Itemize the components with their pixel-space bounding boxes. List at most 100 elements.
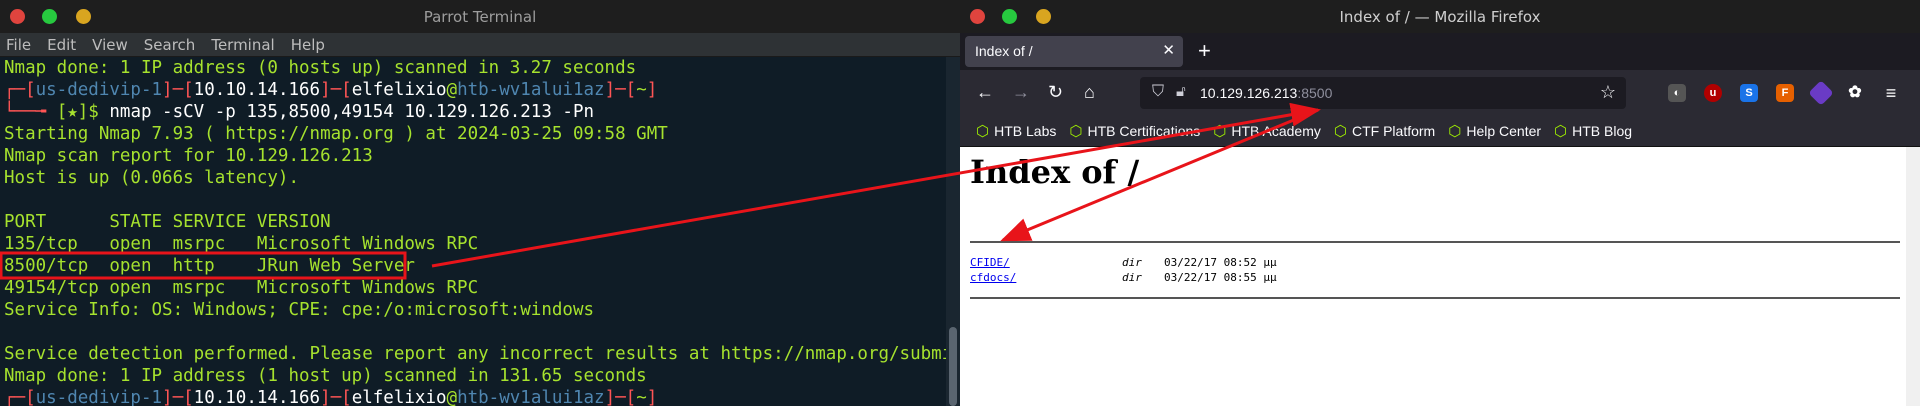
menu-file[interactable]: File bbox=[6, 36, 31, 54]
dir-link-cfide[interactable]: CFIDE/ bbox=[970, 256, 1122, 269]
terminal-text: PORT STATE SERVICE VERSION bbox=[4, 212, 331, 232]
terminal-window: Parrot Terminal File Edit View Search Te… bbox=[0, 0, 960, 406]
menu-terminal[interactable]: Terminal bbox=[211, 36, 274, 54]
terminal-text: ┌─[ bbox=[4, 80, 36, 100]
entry-date: 03/22/17 08:52 μμ bbox=[1164, 256, 1277, 269]
terminal-line: └──╼ [★]$ nmap -sCV -p 135,8500,49154 10… bbox=[4, 101, 950, 123]
terminal-output[interactable]: Nmap done: 1 IP address (0 hosts up) sca… bbox=[0, 57, 950, 406]
terminal-text: 49154/tcp open msrpc Microsoft Windows R… bbox=[4, 278, 479, 298]
bookmark-label: Help Center bbox=[1466, 123, 1542, 139]
bookmark-label: HTB Academy bbox=[1231, 123, 1321, 139]
bookmark-htb-certifications[interactable]: ⬡ HTB Certifications bbox=[1069, 122, 1200, 140]
new-tab-icon[interactable]: + bbox=[1198, 38, 1211, 64]
firefox-title: Index of / — Mozilla Firefox bbox=[1339, 8, 1541, 26]
terminal-menubar: File Edit View Search Terminal Help bbox=[0, 33, 960, 57]
entry-type: dir bbox=[1122, 271, 1142, 284]
bookmark-star-icon[interactable]: ☆ bbox=[1600, 82, 1616, 103]
terminal-text: ]─[ bbox=[320, 388, 352, 406]
hamburger-menu-icon[interactable]: ≡ bbox=[1882, 84, 1900, 102]
menu-help[interactable]: Help bbox=[291, 36, 325, 54]
tab-index[interactable]: Index of / ✕ bbox=[965, 36, 1183, 67]
page-heading: Index of / bbox=[970, 153, 1140, 191]
reload-icon[interactable]: ↻ bbox=[1048, 82, 1063, 103]
terminal-line: 49154/tcp open msrpc Microsoft Windows R… bbox=[4, 277, 950, 299]
url-bar[interactable]: ⛉ 🔓︎ 10.129.126.213:8500 ☆ bbox=[1140, 77, 1626, 109]
terminal-text: Service Info: OS: Windows; CPE: cpe:/o:m… bbox=[4, 300, 595, 320]
terminal-text: Host is up (0.066s latency). bbox=[4, 168, 300, 188]
page-content: Index of / CFIDE/dir 03/22/17 08:52 μμ cf… bbox=[960, 147, 1906, 406]
bookmark-label: HTB Labs bbox=[994, 123, 1057, 139]
terminal-line: Host is up (0.066s latency). bbox=[4, 167, 950, 189]
terminal-line: Nmap scan report for 10.129.126.213 bbox=[4, 145, 950, 167]
terminal-text: ~ bbox=[636, 388, 647, 406]
entry-date: 03/22/17 08:55 μμ bbox=[1164, 271, 1277, 284]
bookmark-label: CTF Platform bbox=[1351, 123, 1436, 139]
terminal-text: Nmap scan report for 10.129.126.213 bbox=[4, 146, 373, 166]
terminal-text: 10.10.14.166 bbox=[193, 80, 321, 100]
terminal-line: 135/tcp open msrpc Microsoft Windows RPC bbox=[4, 233, 950, 255]
terminal-text: ] bbox=[646, 388, 658, 406]
bookmark-label: HTB Blog bbox=[1572, 123, 1633, 139]
terminal-text: ]─[ bbox=[162, 80, 194, 100]
back-arrow-icon[interactable]: ← bbox=[976, 82, 994, 103]
terminal-text: ]─[ bbox=[320, 80, 352, 100]
close-tab-icon[interactable]: ✕ bbox=[1162, 41, 1175, 59]
terminal-text: 8500/tcp open http JRun Web Server bbox=[4, 256, 415, 276]
extension-palette-icon[interactable]: ✿ bbox=[1846, 84, 1864, 102]
menu-search[interactable]: Search bbox=[144, 36, 196, 54]
terminal-text: htb-wv1alui1az bbox=[457, 80, 605, 100]
insecure-lock-icon[interactable]: 🔓︎ bbox=[1176, 83, 1186, 100]
url-port: :8500 bbox=[1297, 85, 1333, 101]
bookmarks-toolbar: ⬡ HTB Labs ⬡ HTB Certifications ⬡ HTB Acade… bbox=[960, 116, 1920, 147]
menu-view[interactable]: View bbox=[92, 36, 128, 54]
terminal-text: htb-wv1alui1az bbox=[457, 388, 605, 406]
htb-cube-icon: ⬡ bbox=[1333, 123, 1347, 140]
foxyproxy-icon[interactable]: F bbox=[1776, 84, 1794, 102]
htb-cube-icon: ⬡ bbox=[1448, 123, 1462, 140]
terminal-text: [★]$ bbox=[56, 102, 110, 122]
terminal-text: ]─[ bbox=[604, 388, 637, 406]
url-host: 10.129.126.213 bbox=[1200, 85, 1298, 101]
url-text[interactable]: 10.129.126.213:8500 bbox=[1200, 85, 1332, 101]
terminal-text: us-dedivip-1 bbox=[35, 388, 163, 406]
bookmark-htb-blog[interactable]: ⬡ HTB Blog bbox=[1554, 122, 1632, 140]
ublock-icon[interactable]: u bbox=[1704, 84, 1722, 102]
bookmark-htb-academy[interactable]: ⬡ HTB Academy bbox=[1213, 122, 1321, 140]
menu-edit[interactable]: Edit bbox=[47, 36, 76, 54]
terminal-line: Starting Nmap 7.93 ( https://nmap.org ) … bbox=[4, 123, 950, 145]
terminal-text: us-dedivip-1 bbox=[35, 80, 163, 100]
terminal-titlebar: Parrot Terminal bbox=[0, 0, 960, 33]
terminal-text: nmap -sCV -p 135,8500,49154 10.129.126.2… bbox=[109, 102, 595, 122]
home-icon[interactable]: ⌂ bbox=[1084, 82, 1095, 103]
terminal-scrollbar-thumb[interactable] bbox=[949, 327, 957, 406]
terminal-scrollbar[interactable] bbox=[946, 57, 960, 406]
top-divider bbox=[970, 241, 1900, 243]
terminal-text: ~ bbox=[636, 80, 647, 100]
tracking-shield-icon[interactable]: ⛉ bbox=[1152, 83, 1164, 101]
firefox-titlebar: Index of / — Mozilla Firefox bbox=[960, 0, 1920, 33]
terminal-text: Nmap done: 1 IP address (0 hosts up) sca… bbox=[4, 58, 637, 78]
terminal-text: elfelixio bbox=[351, 80, 447, 100]
terminal-text: 135/tcp open msrpc Microsoft Windows RPC bbox=[4, 234, 479, 254]
extension-cookie-icon[interactable]: ◐ bbox=[1668, 84, 1686, 102]
page-scrollbar[interactable] bbox=[1906, 147, 1920, 406]
bookmark-ctf-platform[interactable]: ⬡ CTF Platform bbox=[1334, 122, 1435, 140]
terminal-text: Starting Nmap 7.93 ( https://nmap.org ) … bbox=[4, 124, 668, 144]
dir-link-cfdocs[interactable]: cfdocs/ bbox=[970, 271, 1122, 284]
bottom-divider bbox=[970, 297, 1900, 299]
forward-arrow-icon[interactable]: → bbox=[1012, 82, 1030, 103]
navigation-toolbar: ← → ↻ ⌂ ⛉ 🔓︎ 10.129.126.213:8500 ☆ ◐ u S… bbox=[960, 70, 1920, 116]
extension-cube-icon[interactable] bbox=[1808, 80, 1834, 106]
terminal-text: ┌─[ bbox=[4, 388, 36, 406]
terminal-line: Service Info: OS: Windows; CPE: cpe:/o:m… bbox=[4, 299, 950, 321]
terminal-text: @ bbox=[446, 388, 458, 406]
terminal-text: ]─[ bbox=[604, 80, 637, 100]
bookmark-help-center[interactable]: ⬡ Help Center bbox=[1448, 122, 1541, 140]
bookmark-htb-labs[interactable]: ⬡ HTB Labs bbox=[976, 122, 1056, 140]
terminal-line: Service detection performed. Please repo… bbox=[4, 343, 950, 365]
extension-s-icon[interactable]: S bbox=[1740, 84, 1758, 102]
terminal-line: ┌─[us-dedivip-1]─[10.10.14.166]─[elfelix… bbox=[4, 387, 950, 406]
htb-cube-icon: ⬡ bbox=[1069, 123, 1083, 140]
